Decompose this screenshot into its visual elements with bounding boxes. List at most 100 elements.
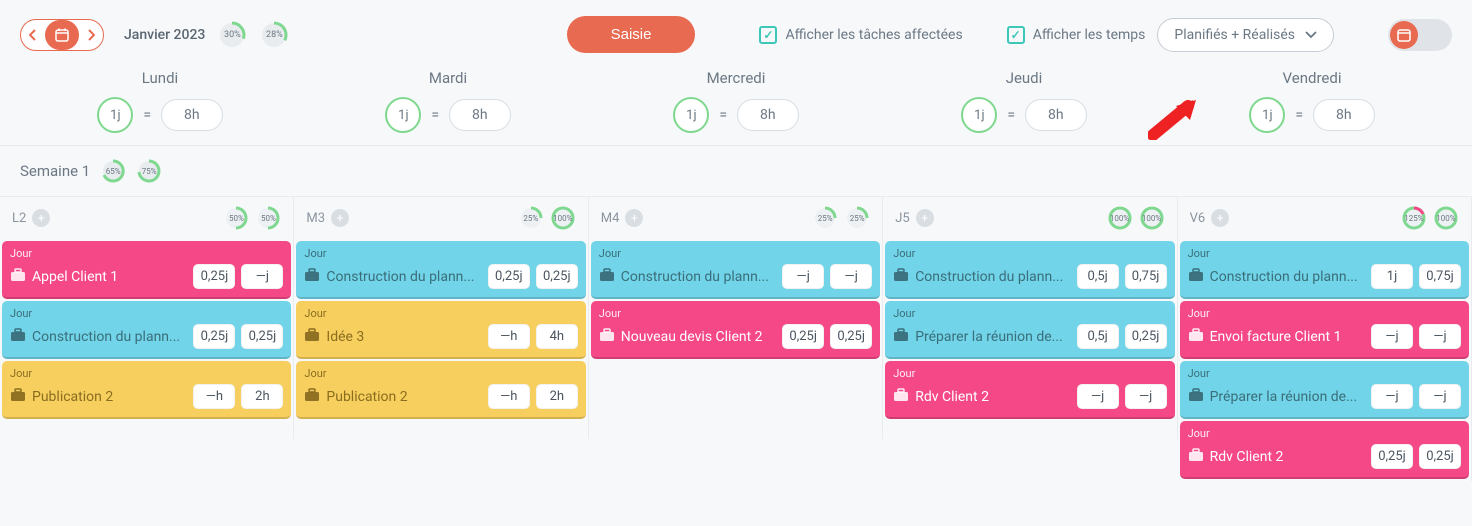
next-month-button[interactable]: [79, 20, 103, 50]
planned-value[interactable]: 0,25j: [782, 324, 824, 349]
day-name: Vendredi: [1168, 69, 1456, 87]
briefcase-icon: [304, 268, 320, 286]
actual-value[interactable]: —j: [830, 264, 872, 289]
task-card[interactable]: JourRdv Client 20,25j0,25j: [1180, 421, 1469, 479]
day-unit-input[interactable]: 1j: [673, 97, 709, 133]
day-unit-input[interactable]: 1j: [385, 97, 421, 133]
add-task-button[interactable]: +: [916, 209, 934, 227]
day-column: Mercredi1j=8h: [592, 69, 880, 133]
column-header: V6+125%100%: [1178, 197, 1472, 239]
planned-value[interactable]: 0,25j: [1371, 444, 1413, 469]
planned-value[interactable]: 0,5j: [1077, 264, 1119, 289]
week-header: Semaine 1 65% 75%: [0, 145, 1472, 196]
task-card[interactable]: JourRdv Client 2—j—j: [885, 361, 1174, 419]
saisie-button[interactable]: Saisie: [567, 16, 696, 53]
actual-value[interactable]: 0,25j: [536, 264, 578, 289]
column-header: L2+50%50%: [0, 197, 294, 239]
task-card[interactable]: JourPublication 2—h2h: [296, 361, 585, 419]
add-task-button[interactable]: +: [32, 209, 50, 227]
planned-value[interactable]: 0,25j: [193, 264, 235, 289]
actual-value[interactable]: 0,75j: [1125, 264, 1167, 289]
task-card[interactable]: JourPréparer la réunion de...—j—j: [1180, 361, 1469, 419]
progress-badge: 125%: [1401, 205, 1427, 231]
show-times-checkbox[interactable]: ✓ Afficher les temps: [1007, 26, 1146, 44]
actual-value[interactable]: 0,25j: [830, 324, 872, 349]
task-card[interactable]: JourConstruction du plann...1j0,75j: [1180, 241, 1469, 299]
day-hours-input[interactable]: 8h: [449, 99, 511, 131]
task-title: Préparer la réunion de...: [915, 329, 1070, 345]
task-tag: Jour: [893, 367, 1166, 380]
planned-value[interactable]: —j: [1371, 324, 1413, 349]
progress-badge: 50%: [255, 205, 281, 231]
column-header: J5+100%100%: [883, 197, 1177, 239]
actual-value[interactable]: 2h: [536, 384, 578, 409]
progress-badge: 50%: [223, 205, 249, 231]
task-card[interactable]: JourConstruction du plann...—j—j: [591, 241, 880, 299]
task-card[interactable]: JourAppel Client 10,25j—j: [2, 241, 291, 299]
dropdown-value: Planifiés + Réalisés: [1174, 27, 1295, 43]
day-hours-input[interactable]: 8h: [161, 99, 223, 131]
day-unit-input[interactable]: 1j: [1249, 97, 1285, 133]
planned-value[interactable]: 0,25j: [193, 324, 235, 349]
task-card[interactable]: JourEnvoi facture Client 1—j—j: [1180, 301, 1469, 359]
briefcase-icon: [10, 328, 26, 346]
briefcase-icon: [10, 388, 26, 406]
column-header: M3+25%100%: [294, 197, 588, 239]
day-equation: 1j=8h: [880, 97, 1168, 133]
planned-value[interactable]: —j: [782, 264, 824, 289]
task-card[interactable]: JourNouveau devis Client 20,25j0,25j: [591, 301, 880, 359]
planned-value[interactable]: —j: [1371, 384, 1413, 409]
actual-value[interactable]: —j: [1419, 324, 1461, 349]
show-times-label: Afficher les temps: [1033, 27, 1146, 43]
planned-value[interactable]: —h: [488, 324, 530, 349]
actual-value[interactable]: —j: [1125, 384, 1167, 409]
day-unit-input[interactable]: 1j: [97, 97, 133, 133]
show-tasks-checkbox[interactable]: ✓ Afficher les tâches affectées: [759, 26, 962, 44]
actual-value[interactable]: 0,75j: [1419, 264, 1461, 289]
actual-value[interactable]: —j: [241, 264, 283, 289]
actual-value[interactable]: 0,25j: [241, 324, 283, 349]
actual-value[interactable]: 0,25j: [1125, 324, 1167, 349]
times-filter-dropdown[interactable]: Planifiés + Réalisés: [1157, 18, 1334, 52]
planned-value[interactable]: 1j: [1371, 264, 1413, 289]
actual-value[interactable]: 0,25j: [1419, 444, 1461, 469]
progress-badge: 25%: [518, 205, 544, 231]
task-title: Publication 2: [32, 389, 187, 405]
task-title: Préparer la réunion de...: [1210, 389, 1365, 405]
task-card[interactable]: JourConstruction du plann...0,5j0,75j: [885, 241, 1174, 299]
task-tag: Jour: [10, 247, 283, 260]
planned-value[interactable]: —j: [1077, 384, 1119, 409]
add-task-button[interactable]: +: [331, 209, 349, 227]
day-unit-input[interactable]: 1j: [961, 97, 997, 133]
task-card[interactable]: JourPublication 2—h2h: [2, 361, 291, 419]
week-progress-1: 65%: [100, 158, 126, 184]
task-title: Construction du plann...: [326, 269, 481, 285]
prev-month-button[interactable]: [21, 20, 45, 50]
tasks-column: JourConstruction du plann...—j—jJourNouv…: [589, 239, 883, 439]
actual-value[interactable]: —j: [1419, 384, 1461, 409]
day-equation: 1j=8h: [592, 97, 880, 133]
actual-value[interactable]: 2h: [241, 384, 283, 409]
actual-value[interactable]: 4h: [536, 324, 578, 349]
view-toggle[interactable]: [1388, 19, 1452, 51]
task-card[interactable]: JourConstruction du plann...0,25j0,25j: [296, 241, 585, 299]
task-card[interactable]: JourIdée 3—h4h: [296, 301, 585, 359]
planned-value[interactable]: —h: [193, 384, 235, 409]
task-title: Construction du plann...: [1210, 269, 1365, 285]
add-task-button[interactable]: +: [1211, 209, 1229, 227]
day-hours-input[interactable]: 8h: [1313, 99, 1375, 131]
day-hours-input[interactable]: 8h: [1025, 99, 1087, 131]
planned-value[interactable]: 0,5j: [1077, 324, 1119, 349]
task-title: Construction du plann...: [915, 269, 1070, 285]
task-card[interactable]: JourPréparer la réunion de...0,5j0,25j: [885, 301, 1174, 359]
task-card[interactable]: JourConstruction du plann...0,25j0,25j: [2, 301, 291, 359]
calendar-icon[interactable]: [45, 20, 79, 50]
planned-value[interactable]: 0,25j: [488, 264, 530, 289]
day-hours-input[interactable]: 8h: [737, 99, 799, 131]
briefcase-icon: [599, 268, 615, 286]
briefcase-icon: [304, 328, 320, 346]
day-name: Lundi: [16, 69, 304, 87]
briefcase-icon: [599, 328, 615, 346]
planned-value[interactable]: —h: [488, 384, 530, 409]
add-task-button[interactable]: +: [625, 209, 643, 227]
